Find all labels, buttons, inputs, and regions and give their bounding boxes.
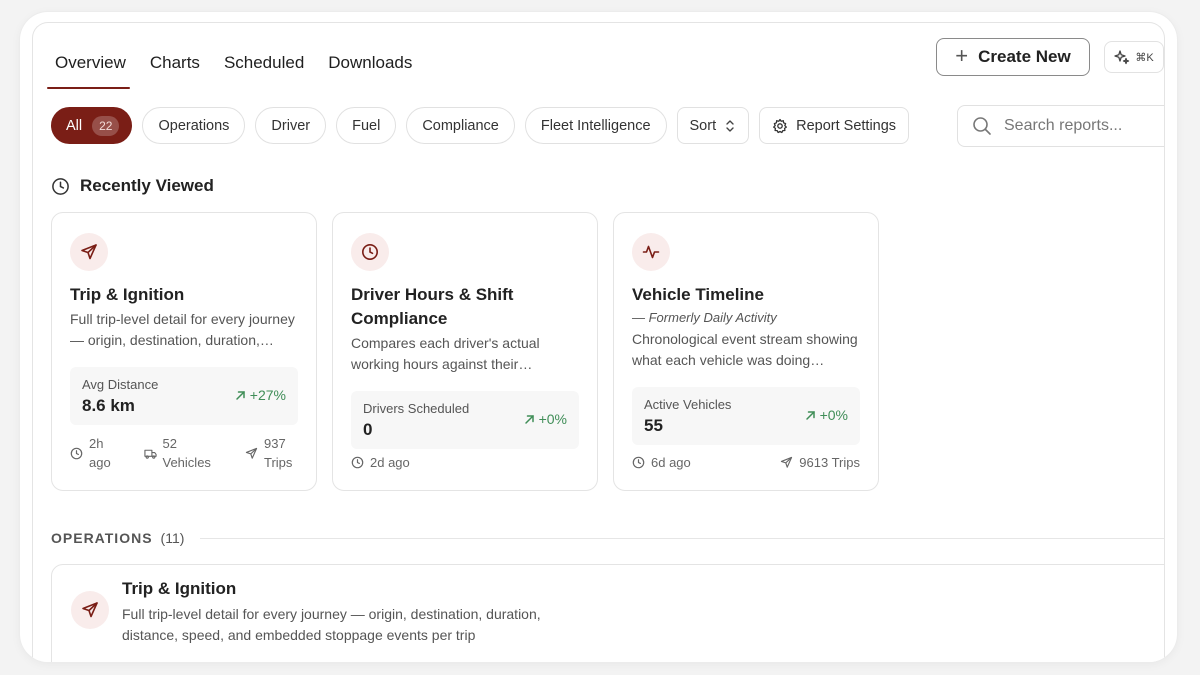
arrow-up-right-icon [236,390,245,400]
tab-overview[interactable]: Overview [47,41,138,89]
sort-label: Sort [689,117,717,134]
clock-icon [362,244,378,260]
send-icon [82,602,98,618]
metric-delta-value: +0% [819,407,848,423]
sparkle-icon [1114,50,1130,65]
card-footer: 6d ago 9613 Trips [632,453,860,472]
footer-trips: 9613 Trips [780,453,860,472]
recently-viewed-heading: Recently Viewed [51,176,214,196]
filter-all-count: 22 [92,115,120,136]
filter-bar: All 22 Operations Driver Fuel Compliance… [51,107,910,144]
search-icon [973,117,991,135]
filter-chip-compliance[interactable]: Compliance [406,107,515,144]
operations-count: (11) [160,530,185,546]
app-frame: Overview Charts Scheduled Downloads + Cr… [20,12,1177,662]
report-row-description: Full trip-level detail for every journey… [122,606,541,643]
card-icon-wrap [632,233,670,271]
footer-trips: 937 Trips [245,434,298,472]
card-title: Vehicle Timeline [632,285,764,304]
card-description: Compares each driver's actual working ho… [351,335,540,372]
send-icon [245,447,258,459]
filter-chip-all[interactable]: All 22 [51,107,133,144]
metric-delta: +0% [805,407,848,423]
create-new-label: Create New [978,47,1071,66]
send-icon [81,244,97,260]
card-metric: Avg Distance 8.6 km +27% [70,367,298,425]
card-icon-wrap [351,233,389,271]
clock-icon [70,447,83,459]
search-input[interactable] [1004,117,1164,135]
filter-chip-fleet-intelligence[interactable]: Fleet Intelligence [524,107,667,144]
card-title: Driver Hours & Shift Compliance [351,285,514,328]
reports-page: Overview Charts Scheduled Downloads + Cr… [32,22,1165,662]
footer-time-text: 6d ago [651,455,691,470]
truck-icon [143,449,157,459]
shortcut-label: ⌘K [1135,51,1154,64]
filter-chip-fuel[interactable]: Fuel [336,107,397,144]
search-box[interactable] [957,105,1164,147]
recent-cards: Trip & Ignition Full trip-level detail f… [51,212,879,491]
filter-chip-operations[interactable]: Operations [142,107,246,144]
create-new-button[interactable]: + Create New [936,38,1090,76]
clock-icon [52,177,69,195]
footer-time: 2h ago [70,434,115,472]
sort-button[interactable]: Sort [676,107,750,144]
arrow-up-right-icon [524,414,534,424]
report-card-driver-hours[interactable]: Driver Hours & Shift Compliance Compares… [332,212,598,491]
report-card-vehicle-timeline[interactable]: Vehicle Timeline — Formerly Daily Activi… [613,212,879,491]
report-row-title: Trip & Ignition [122,579,237,598]
card-metric: Drivers Scheduled 0 +0% [351,391,579,449]
footer-trips-text: 937 Trips [264,436,293,470]
footer-vehicles-text: 52 Vehicles [162,436,211,470]
tab-bar: Overview Charts Scheduled Downloads [47,41,436,89]
chevron-up-down-icon [726,119,734,132]
report-settings-label: Report Settings [796,117,897,134]
send-icon [781,456,793,468]
section-divider [200,537,1164,539]
metric-delta-value: +0% [538,411,567,427]
recently-viewed-title: Recently Viewed [80,176,214,195]
footer-time: 6d ago [632,453,691,472]
tab-charts[interactable]: Charts [150,41,212,89]
footer-time: 2d ago [351,453,410,472]
footer-time-text: 2h ago [89,436,111,470]
card-footer: 2h ago 52 Vehicles 937 Trips [70,434,298,472]
clock-icon [632,456,645,469]
metric-delta: +27% [235,387,286,403]
filter-all-label: All [66,117,83,134]
card-title: Trip & Ignition [70,285,185,304]
clock-icon [351,456,364,469]
arrow-up-right-icon [805,410,815,420]
metric-delta: +0% [524,411,567,427]
operations-section-header: OPERATIONS (11) [51,530,1164,546]
footer-trips-text: 9613 Trips [799,455,860,470]
card-footer: 2d ago [351,453,579,472]
operations-label: OPERATIONS [51,530,153,546]
card-description: Chronological event stream showing what … [632,331,858,368]
card-icon-wrap [70,233,108,271]
filter-chip-driver[interactable]: Driver [255,107,327,144]
report-card-trip-ignition[interactable]: Trip & Ignition Full trip-level detail f… [51,212,317,491]
card-subtitle: — Formerly Daily Activity [632,310,777,325]
report-row-trip-ignition[interactable]: Trip & Ignition Full trip-level detail f… [51,564,1164,662]
card-icon-wrap [71,591,109,629]
tab-scheduled[interactable]: Scheduled [224,41,316,89]
footer-vehicles: 52 Vehicles [143,434,217,472]
report-settings-button[interactable]: Report Settings [759,107,910,144]
footer-time-text: 2d ago [370,455,410,470]
card-description: Full trip-level detail for every journey… [70,311,295,348]
metric-delta-value: +27% [249,387,286,403]
plus-icon: + [955,43,969,68]
card-metric: Active Vehicles 55 +0% [632,387,860,445]
command-palette-button[interactable]: ⌘K [1104,41,1164,73]
tab-downloads[interactable]: Downloads [328,41,424,89]
activity-icon [642,245,660,259]
gear-icon [773,118,788,133]
